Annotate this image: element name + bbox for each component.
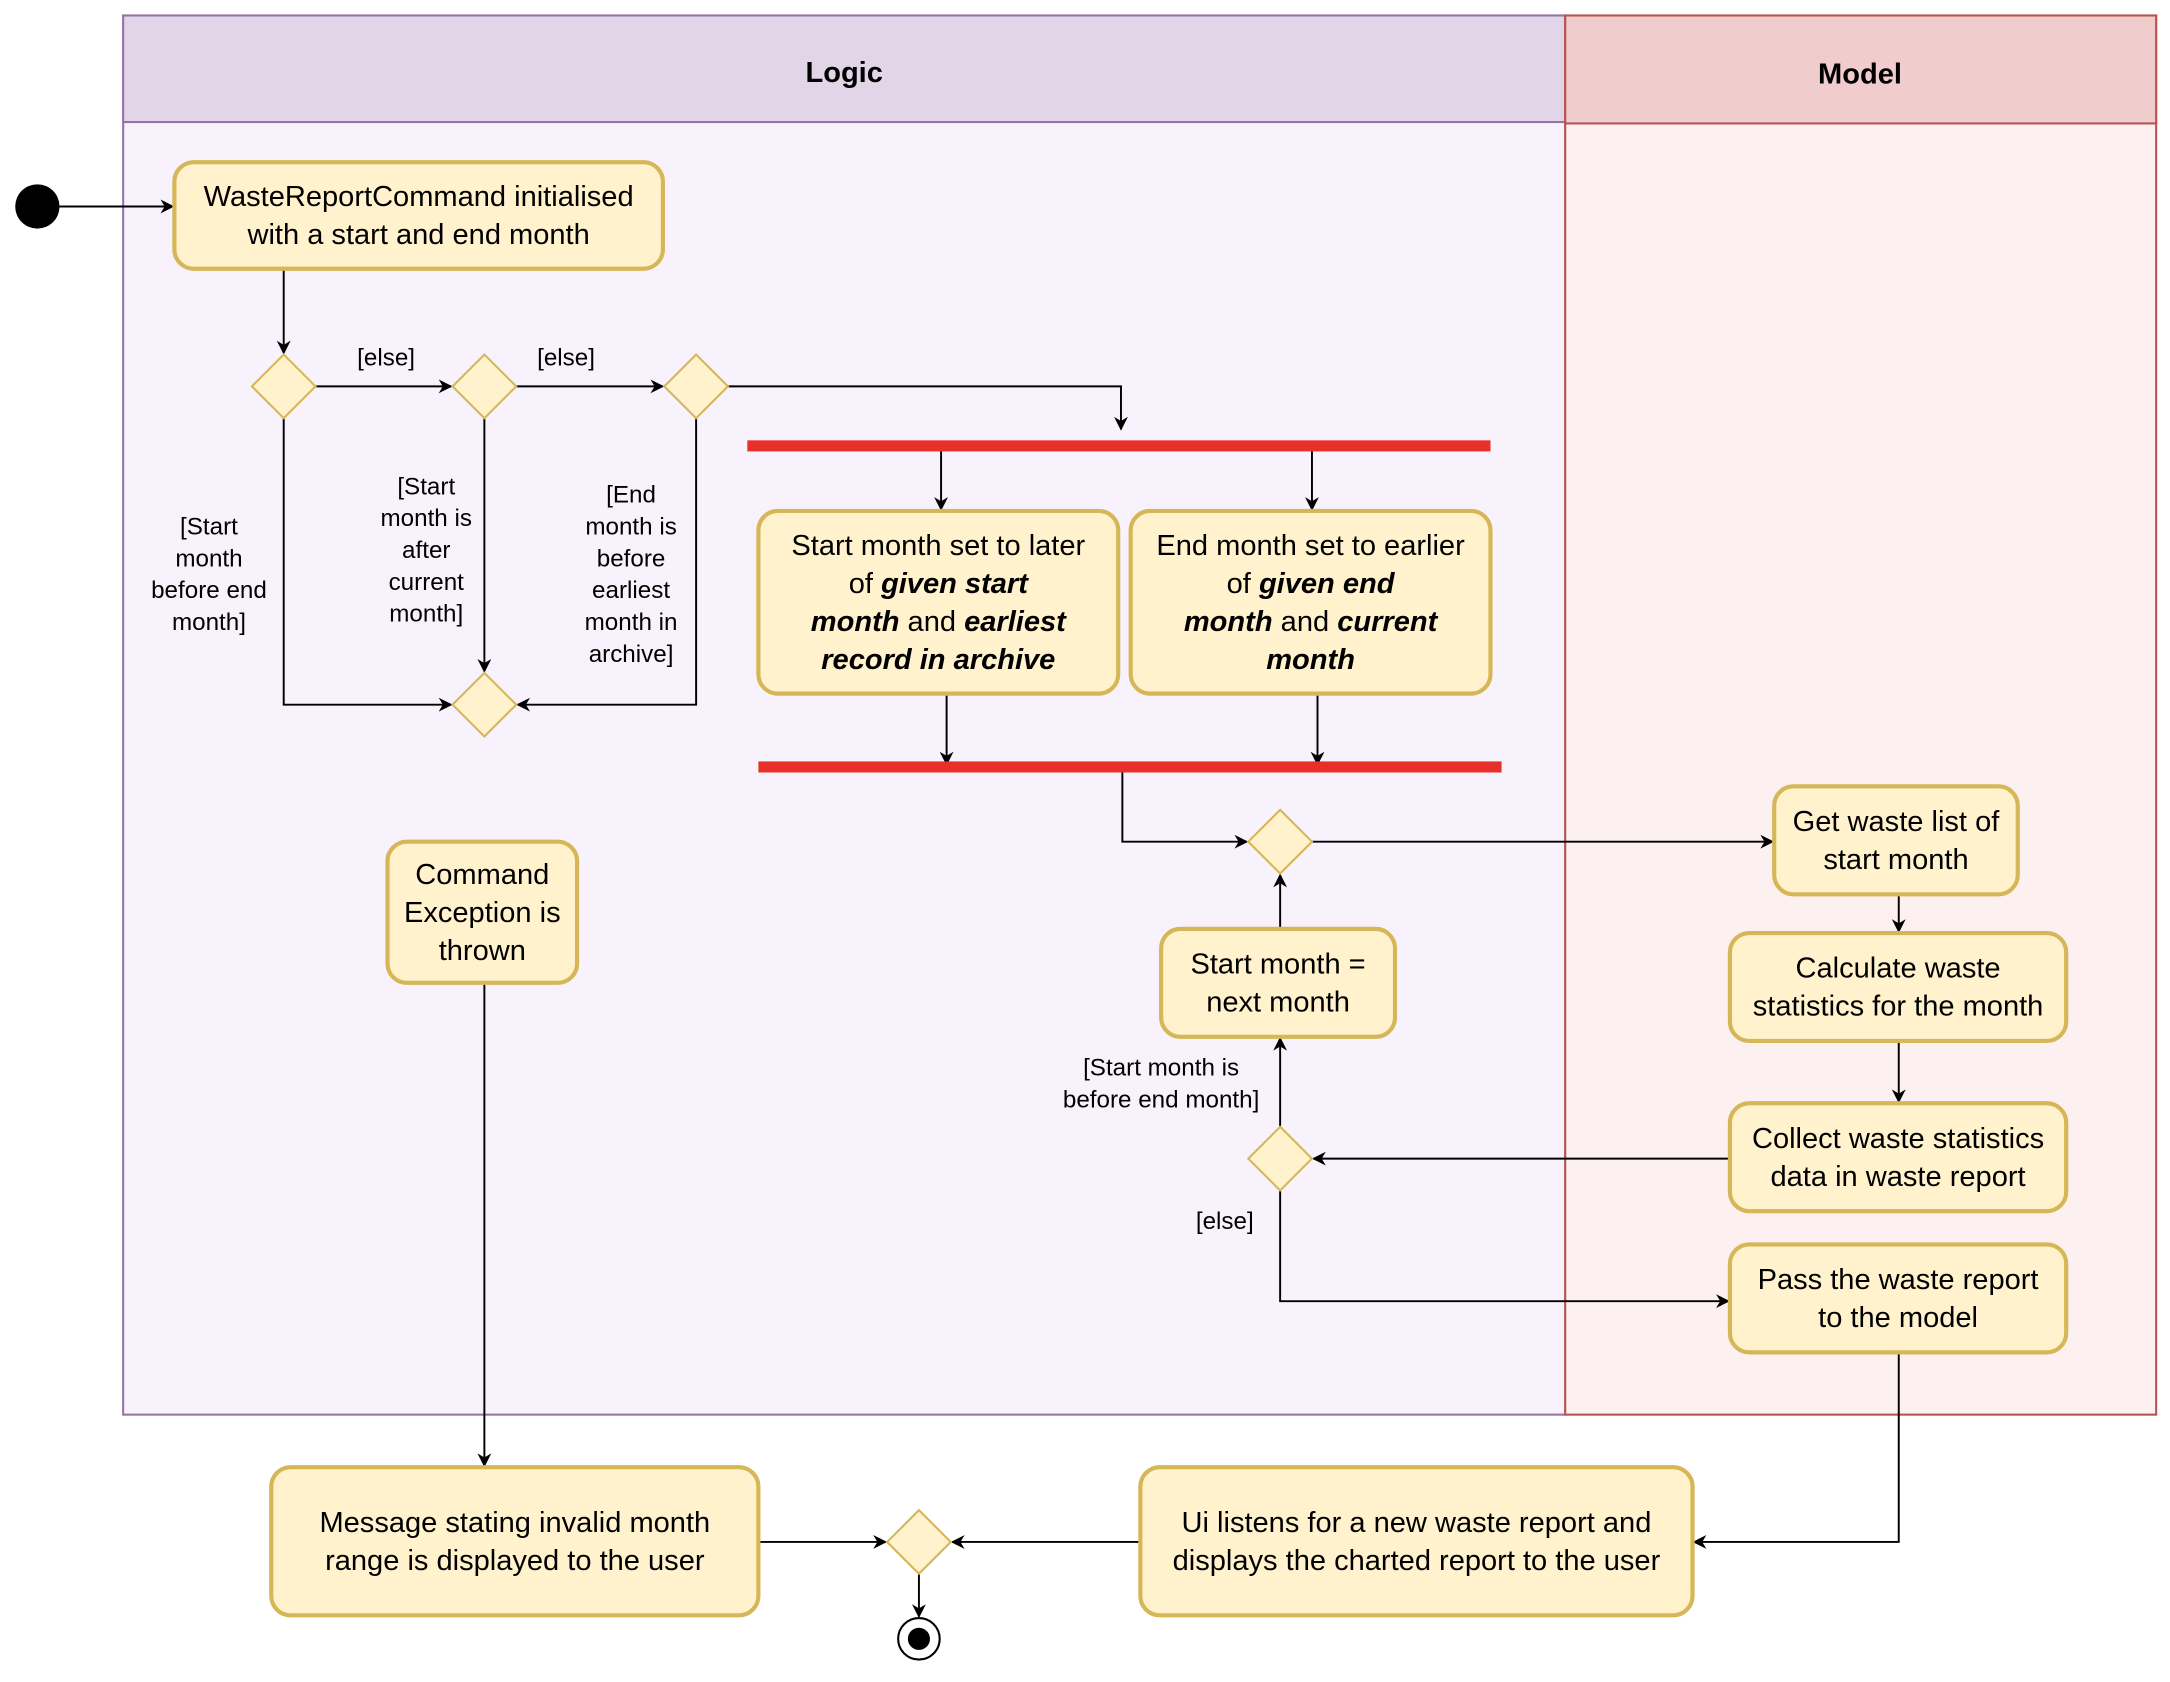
action-text-segment: Start month set to later	[791, 530, 1085, 562]
guard-line: month is	[381, 505, 472, 532]
action-box	[1727, 1242, 2069, 1355]
action-text-segment: data in waste report	[1770, 1161, 2025, 1193]
action-message: Message stating invalid month range is di…	[269, 1465, 761, 1618]
action-text-segment: Pass the waste report	[1758, 1264, 2039, 1296]
guard-line: [else]	[537, 345, 595, 372]
action-calculate: Calculate waste statistics for the month	[1727, 930, 2069, 1044]
guard-line: before	[597, 545, 666, 572]
action-text-segment: month	[1184, 606, 1273, 638]
guard-line: [End	[606, 482, 656, 509]
action-text-segment: given start	[880, 568, 1029, 600]
activity-diagram: Logic Model WasteReportCommand initialis…	[15, 14, 2158, 1661]
action-text-segment: of	[849, 568, 881, 600]
final-node	[897, 1617, 941, 1661]
action-text-segment: next month	[1206, 987, 1350, 1019]
action-text-segment: Collect waste statistics	[1752, 1123, 2044, 1155]
action-box	[1138, 1465, 1695, 1618]
join-bar	[758, 761, 1502, 773]
merge-final	[885, 1508, 953, 1576]
action-text-segment: month	[1266, 644, 1355, 676]
guard-line: earliest	[592, 577, 670, 604]
guard-line: month is	[585, 513, 676, 540]
action-text-segment: with a start and end month	[246, 219, 589, 251]
action-ui: Ui listens for a new waste report and dis…	[1138, 1465, 1695, 1618]
guard-line: month]	[172, 609, 246, 636]
action-text-segment: earliest	[964, 606, 1067, 638]
action-text-segment: start month	[1823, 844, 1968, 876]
guard-line: [else]	[1196, 1208, 1254, 1235]
action-text-segment: WasteReportCommand initialised	[204, 181, 634, 213]
guard-line: [else]	[357, 345, 415, 372]
action-box	[172, 160, 665, 271]
action-text-segment: of	[1227, 568, 1259, 600]
action-text-segment: current	[1337, 606, 1438, 638]
guard-line: after	[402, 537, 450, 564]
guard-line: [Start	[397, 473, 455, 500]
action-box	[1727, 930, 2069, 1044]
guard-line: before end month]	[1063, 1086, 1259, 1113]
action-text-segment: statistics for the month	[1753, 991, 2044, 1023]
action-box	[1159, 926, 1398, 1039]
guard-line: current	[389, 569, 465, 596]
action-text-segment: range is displayed to the user	[325, 1545, 705, 1577]
action-start-later: Start month set to later of given start mo…	[756, 508, 1121, 696]
guard-line: month]	[389, 601, 463, 628]
action-text-segment: month	[811, 606, 900, 638]
action-end-earlier: End month set to earlier of given end mont…	[1128, 508, 1493, 696]
guard-line: month in	[585, 609, 678, 636]
action-next-month: Start month = next month	[1159, 926, 1398, 1039]
action-box	[1772, 784, 2020, 897]
guard-line: before end	[151, 577, 267, 604]
action-text-segment: End month set to earlier	[1156, 530, 1465, 562]
action-text-segment: Message stating invalid month	[319, 1507, 710, 1539]
action-text-segment: to the model	[1818, 1302, 1978, 1334]
action-box	[269, 1465, 761, 1618]
action-text-segment: thrown	[439, 935, 526, 967]
action-text-segment: Calculate waste	[1796, 953, 2001, 985]
fork-bar	[747, 440, 1491, 452]
action-text-segment: Exception is	[404, 897, 561, 929]
guard-else3: [else]	[1196, 1208, 1254, 1235]
guard-line: archive]	[589, 641, 674, 668]
action-text-segment: and	[1273, 606, 1338, 638]
guard-else2: [else]	[537, 345, 595, 372]
guard-line: [Start month is	[1083, 1055, 1239, 1082]
action-collect: Collect waste statistics data in waste re…	[1727, 1101, 2069, 1214]
guard-line: [Start	[180, 513, 238, 540]
action-text-segment: Ui listens for a new waste report and	[1182, 1507, 1652, 1539]
action-exception: Command Exception is thrown	[385, 839, 580, 985]
action-text-segment: Start month =	[1190, 949, 1365, 981]
action-get-list: Get waste list of start month	[1772, 784, 2020, 897]
lane-title-logic: Logic	[805, 57, 882, 89]
action-text-segment: displays the charted report to the user	[1173, 1545, 1661, 1577]
guard-else1: [else]	[357, 345, 415, 372]
guard-line: month	[175, 545, 242, 572]
action-text-segment: record in archive	[821, 644, 1055, 676]
action-init: WasteReportCommand initialised with a sta…	[172, 160, 665, 271]
action-pass: Pass the waste report to the model	[1727, 1242, 2069, 1355]
action-box	[1727, 1101, 2069, 1214]
action-text-segment: Command	[415, 859, 549, 891]
action-text-segment: Get waste list of	[1793, 806, 2001, 838]
action-text-segment: and	[899, 606, 964, 638]
lane-title-model: Model	[1818, 58, 1902, 90]
initial-node	[15, 184, 60, 229]
action-text-segment: given end	[1258, 568, 1396, 600]
